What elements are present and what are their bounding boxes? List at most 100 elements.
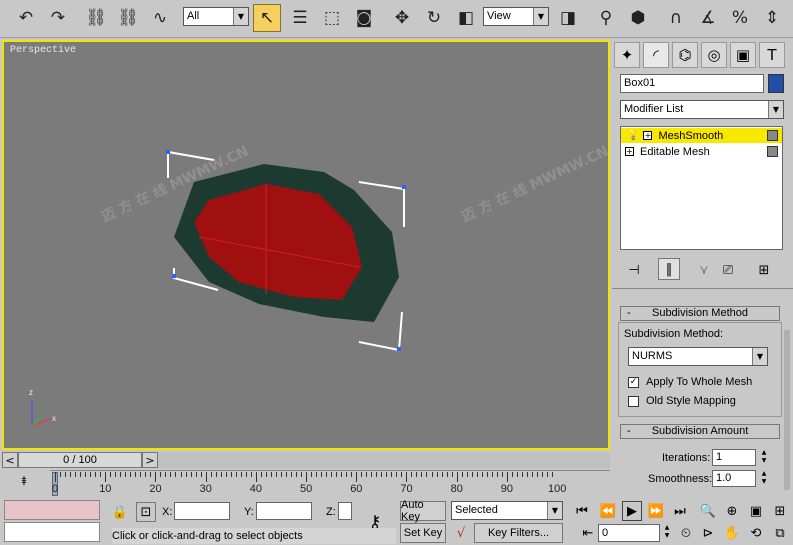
timeline-tick — [240, 472, 242, 477]
timeline-tick — [190, 472, 192, 477]
configure-sets-icon[interactable]: ⊞ — [754, 260, 774, 280]
stack-item-toggle[interactable] — [767, 130, 778, 141]
maxscript-listener-white[interactable] — [4, 522, 100, 542]
selection-filter-dropdown[interactable]: All ▼ — [183, 7, 249, 26]
align-icon[interactable]: ⬢ — [624, 4, 652, 32]
select-icon[interactable]: ↖ — [253, 4, 281, 32]
hierarchy-tab-icon[interactable]: ⌬ — [672, 42, 698, 68]
rotate-icon[interactable]: ↻ — [420, 4, 448, 32]
object-color-swatch[interactable] — [768, 74, 784, 93]
axis-tripod-icon — [31, 400, 51, 427]
zoom-icon[interactable]: 🔍 — [698, 501, 718, 521]
maximize-viewport-icon[interactable]: ⧉ — [770, 523, 790, 543]
timeline-tick — [115, 472, 117, 477]
time-slider-track[interactable] — [158, 452, 610, 468]
zoom-extents-all-icon[interactable]: ⊞ — [770, 501, 790, 521]
field-of-view-icon[interactable]: ⊳ — [698, 523, 718, 543]
time-slider[interactable]: 0 / 100 — [18, 452, 142, 468]
next-frame-icon[interactable]: ⏩ — [646, 501, 666, 521]
key-mode-curve-icon[interactable]: √ — [451, 523, 471, 543]
timeline-tick — [521, 472, 523, 477]
absolute-mode-icon[interactable]: ⊡ — [136, 502, 156, 522]
key-filters-button[interactable]: Key Filters... — [474, 523, 563, 543]
viewport-scene: 迈 方 在 线 MWMW.CN 迈 方 在 线 MWMW.CN — [31, 142, 608, 427]
unlink-icon[interactable]: ⛓ — [114, 4, 142, 32]
make-unique-icon[interactable]: ⋎ — [694, 260, 714, 280]
go-to-end-icon[interactable]: ⏭ — [670, 501, 690, 521]
go-to-start-icon[interactable]: ⏮ — [572, 501, 592, 521]
lock-selection-icon[interactable]: 🔒 — [110, 502, 130, 522]
maxscript-listener-pink[interactable] — [4, 500, 100, 520]
scale-icon[interactable]: ◧ — [452, 4, 480, 32]
utilities-tab-icon[interactable]: T — [759, 42, 785, 68]
show-end-result-icon[interactable]: ‖ — [658, 258, 680, 280]
modifier-list-dropdown[interactable]: Modifier List ▼ — [620, 100, 784, 119]
time-config-icon[interactable]: ⏲ — [676, 523, 696, 543]
timeline-tick — [486, 472, 488, 477]
pin-stack-icon[interactable]: ⊣ — [624, 260, 644, 280]
pan-hand-icon[interactable]: ✋ — [722, 523, 742, 543]
timeline-tick — [541, 472, 543, 477]
smoothness-spinner[interactable]: ▲ ▼ — [759, 470, 769, 487]
undo-icon[interactable]: ↶ — [12, 4, 40, 32]
play-icon[interactable]: ▶ — [622, 501, 642, 521]
prev-frame-icon[interactable]: ⏪ — [598, 501, 618, 521]
apply-whole-mesh-checkbox[interactable]: ✓ — [628, 377, 639, 388]
timeline-tick — [506, 472, 508, 482]
y-coord-field[interactable] — [256, 502, 312, 520]
z-coord-field[interactable] — [338, 502, 352, 520]
modify-tab-icon[interactable]: ◜ — [643, 42, 669, 68]
timeline-tick — [396, 472, 398, 477]
zoom-all-icon[interactable]: ⊕ — [722, 501, 742, 521]
redo-icon[interactable]: ↷ — [44, 4, 72, 32]
timeline-tick — [255, 472, 257, 482]
arc-rotate-icon[interactable]: ⟲ — [746, 523, 766, 543]
pivot-center-icon[interactable]: ◨ — [554, 4, 582, 32]
object-name-field[interactable]: Box01 — [620, 74, 764, 93]
zoom-extents-icon[interactable]: ▣ — [746, 501, 766, 521]
reference-coord-dropdown[interactable]: View ▼ — [483, 7, 549, 26]
expand-plus-icon[interactable]: + — [625, 147, 634, 156]
current-frame-spinner[interactable]: ▲ ▼ — [662, 524, 672, 541]
auto-key-button[interactable]: Auto Key — [400, 499, 446, 523]
percent-snap-icon[interactable]: % — [726, 4, 754, 32]
stack-item-toggle[interactable] — [767, 146, 778, 157]
move-icon[interactable]: ✥ — [388, 4, 416, 32]
timeline-tick — [135, 472, 137, 477]
stack-item-editable-mesh[interactable]: + Editable Mesh — [621, 144, 782, 159]
panel-scrollbar[interactable] — [784, 330, 790, 490]
set-key-button[interactable]: Set Key — [400, 523, 446, 543]
create-tab-icon[interactable]: ✦ — [614, 42, 640, 68]
x-coord-field[interactable] — [174, 502, 230, 520]
lightbulb-icon[interactable]: 💡 — [627, 130, 639, 141]
link-icon[interactable]: ⛓ — [82, 4, 110, 32]
bind-spacewarp-icon[interactable]: ∿ — [146, 4, 174, 32]
snap-icon[interactable]: ∩ — [662, 4, 690, 32]
rect-region-icon[interactable]: ⬚ — [318, 4, 346, 32]
time-slider-next-icon[interactable]: > — [142, 452, 158, 468]
expand-plus-icon[interactable]: + — [643, 131, 653, 140]
subdivision-amount-rollout-header[interactable]: - Subdivision Amount — [620, 424, 780, 439]
iterations-field[interactable]: 1 — [712, 449, 756, 466]
subdivision-method-dropdown[interactable]: NURMS ▼ — [628, 347, 768, 366]
remove-modifier-icon[interactable]: ⎚ — [718, 260, 738, 280]
rollout-title: Subdivision Method — [651, 307, 748, 319]
iterations-spinner[interactable]: ▲ ▼ — [759, 449, 769, 466]
smoothness-field[interactable]: 1.0 — [712, 470, 756, 487]
motion-tab-icon[interactable]: ◎ — [701, 42, 727, 68]
old-style-mapping-checkbox[interactable] — [628, 396, 639, 407]
spinner-snap-icon[interactable]: ⇕ — [758, 4, 786, 32]
angle-snap-icon[interactable]: ∡ — [694, 4, 722, 32]
track-bar-icon[interactable]: ⯒ — [14, 473, 34, 493]
key-set-dropdown[interactable]: Selected ▼ — [451, 501, 563, 520]
display-tab-icon[interactable]: ▣ — [730, 42, 756, 68]
subdivision-method-rollout-header[interactable]: - Subdivision Method — [620, 306, 780, 321]
stack-item-meshsmooth[interactable]: 💡 + MeshSmooth — [621, 128, 782, 143]
window-crossing-icon[interactable]: ◙ — [350, 4, 378, 32]
perspective-viewport[interactable]: Perspective 迈 方 在 线 MWMW.CN 迈 方 在 线 MWMW… — [2, 40, 610, 450]
current-frame-field[interactable]: 0 — [598, 524, 660, 542]
mirror-icon[interactable]: ⚲ — [592, 4, 620, 32]
select-by-name-icon[interactable]: ☰ — [286, 4, 314, 32]
key-mode-toggle-icon[interactable]: ⇤ — [578, 523, 598, 543]
time-slider-prev-icon[interactable]: < — [2, 452, 18, 468]
